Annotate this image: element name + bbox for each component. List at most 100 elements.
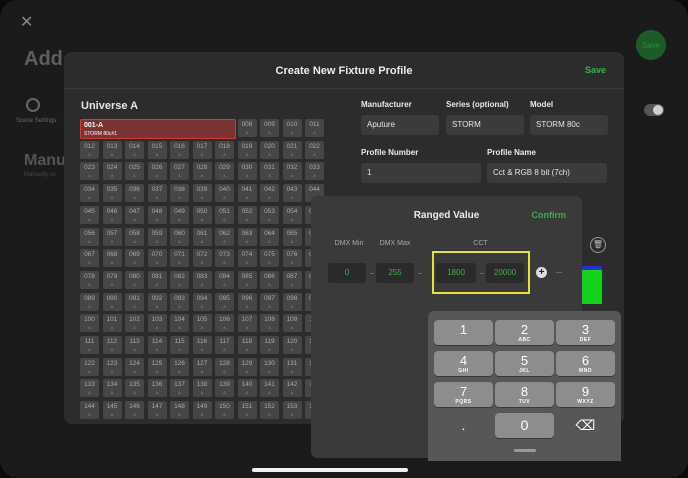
channel-cell[interactable]: 097 A xyxy=(260,292,279,311)
channel-cell[interactable]: 138 A xyxy=(192,379,212,398)
channel-cell[interactable]: 117 A xyxy=(215,336,234,354)
channel-cell[interactable]: 067 A xyxy=(80,249,99,268)
channel-cell[interactable]: 107 A xyxy=(237,314,257,333)
channel-cell[interactable]: 141 A xyxy=(260,379,279,398)
channel-cell[interactable]: 062 A xyxy=(215,227,234,246)
channel-cell[interactable]: 043 A xyxy=(282,184,302,203)
channel-cell[interactable]: 030 A xyxy=(237,162,257,181)
channel-cell[interactable]: 042 A xyxy=(260,184,279,203)
channel-cell[interactable]: 049 A xyxy=(170,205,189,224)
key-8[interactable]: 8 TUV xyxy=(495,382,554,407)
channel-cell[interactable]: 140 A xyxy=(237,379,257,398)
channel-cell[interactable]: 041 A xyxy=(237,184,257,203)
channel-cell[interactable]: 061 A xyxy=(192,227,212,246)
trash-icon[interactable]: 🗑 xyxy=(590,237,606,253)
channel-cell[interactable]: 024 A xyxy=(102,162,122,181)
channel-cell[interactable]: 120 A xyxy=(282,336,302,354)
channel-cell[interactable]: 057 A xyxy=(102,227,122,246)
channel-cell[interactable]: 098 A xyxy=(282,292,302,311)
channel-cell[interactable]: 085 A xyxy=(237,270,257,289)
channel-cell[interactable]: 013 A xyxy=(102,140,122,159)
channel-cell[interactable]: 039 A xyxy=(192,184,212,203)
channel-cell[interactable]: 029 A xyxy=(215,162,234,181)
series-field[interactable]: STORM xyxy=(446,115,524,135)
channel-cell[interactable]: 127 A xyxy=(192,357,212,376)
channel-cell[interactable]: 094 A xyxy=(192,292,212,311)
channel-cell[interactable]: 115 A xyxy=(170,336,189,354)
channel-cell[interactable]: 065 A xyxy=(282,227,302,246)
key-4[interactable]: 4 GHI xyxy=(434,351,493,376)
key-7[interactable]: 7 PQRS xyxy=(434,382,493,407)
channel-cell[interactable]: 146 A xyxy=(125,401,144,420)
channel-cell[interactable]: 147 A xyxy=(147,401,167,420)
key-3[interactable]: 3 DEF xyxy=(556,320,615,345)
channel-cell[interactable]: 084 A xyxy=(215,270,234,289)
channel-cell[interactable]: 122 A xyxy=(80,357,99,376)
channel-cell[interactable]: 114 A xyxy=(147,336,167,354)
channel-cell[interactable]: 108 A xyxy=(260,314,279,333)
channel-cell[interactable]: 145 A xyxy=(102,401,122,420)
channel-cell[interactable]: 113 A xyxy=(125,336,144,354)
channel-cell[interactable]: 126 A xyxy=(170,357,189,376)
channel-cell[interactable]: 011 A xyxy=(305,119,324,137)
channel-cell[interactable]: 119 A xyxy=(260,336,279,354)
channel-cell[interactable]: 022 A xyxy=(305,140,324,159)
channel-cell[interactable]: 103 A xyxy=(147,314,167,333)
channel-cell[interactable]: 149 A xyxy=(192,401,212,420)
key-5[interactable]: 5 JKL xyxy=(495,351,554,376)
channel-cell[interactable]: 101 A xyxy=(102,314,122,333)
channel-cell[interactable]: 047 A xyxy=(125,205,144,224)
confirm-button[interactable]: Confirm xyxy=(532,210,567,220)
channel-cell[interactable]: 037 A xyxy=(147,184,167,203)
channel-cell[interactable]: 109 A xyxy=(282,314,302,333)
channel-cell[interactable]: 089 A xyxy=(80,292,99,311)
channel-cell[interactable]: 046 A xyxy=(102,205,122,224)
fixture-block[interactable]: 001-A STORM 80c#1 xyxy=(80,119,236,139)
channel-cell[interactable]: 050 A xyxy=(192,205,212,224)
channel-cell[interactable]: 090 A xyxy=(102,292,122,311)
channel-cell[interactable]: 032 A xyxy=(282,162,302,181)
channel-cell[interactable]: 135 A xyxy=(125,379,144,398)
channel-cell[interactable]: 139 A xyxy=(215,379,234,398)
channel-cell[interactable]: 124 A xyxy=(125,357,144,376)
channel-cell[interactable]: 068 A xyxy=(102,249,122,268)
channel-cell[interactable]: 012 A xyxy=(80,140,99,159)
channel-cell[interactable]: 128 A xyxy=(215,357,234,376)
channel-cell[interactable]: 125 A xyxy=(147,357,167,376)
channel-cell[interactable]: 133 A xyxy=(80,379,99,398)
channel-cell[interactable]: 111 A xyxy=(80,336,99,354)
key-9[interactable]: 9 WXYZ xyxy=(556,382,615,407)
channel-cell[interactable]: 071 A xyxy=(170,249,189,268)
channel-cell[interactable]: 048 A xyxy=(147,205,167,224)
channel-cell[interactable]: 036 A xyxy=(125,184,144,203)
channel-cell[interactable]: 040 A xyxy=(215,184,234,203)
channel-cell[interactable]: 060 A xyxy=(170,227,189,246)
channel-cell[interactable]: 070 A xyxy=(147,249,167,268)
channel-cell[interactable]: 023 A xyxy=(80,162,99,181)
channel-cell[interactable]: 025 A xyxy=(125,162,144,181)
channel-cell[interactable]: 116 A xyxy=(192,336,212,354)
backspace-icon[interactable]: ⌫ xyxy=(556,413,615,438)
toggle-switch[interactable] xyxy=(644,104,664,116)
channel-cell[interactable]: 058 A xyxy=(125,227,144,246)
key-0[interactable]: 0 xyxy=(495,413,554,438)
channel-cell[interactable]: 064 A xyxy=(260,227,279,246)
channel-cell[interactable]: 038 A xyxy=(170,184,189,203)
channel-cell[interactable]: 031 A xyxy=(260,162,279,181)
channel-cell[interactable]: 035 A xyxy=(102,184,122,203)
channel-cell[interactable]: 123 A xyxy=(102,357,122,376)
channel-cell[interactable]: 118 A xyxy=(237,336,257,354)
channel-cell[interactable]: 026 A xyxy=(147,162,167,181)
channel-cell[interactable]: 151 A xyxy=(237,401,257,420)
channel-cell[interactable]: 081 A xyxy=(147,270,167,289)
channel-cell[interactable]: 105 A xyxy=(192,314,212,333)
channel-cell[interactable]: 148 A xyxy=(170,401,189,420)
profile-name-field[interactable]: Cct & RGB 8 bit (7ch) xyxy=(487,163,607,183)
key-1[interactable]: 1 xyxy=(434,320,493,345)
channel-cell[interactable]: 020 A xyxy=(260,140,279,159)
key-2[interactable]: 2 ABC xyxy=(495,320,554,345)
channel-cell[interactable]: 008 A xyxy=(237,119,257,137)
channel-cell[interactable]: 137 A xyxy=(170,379,189,398)
channel-cell[interactable]: 134 A xyxy=(102,379,122,398)
dmx-min-input[interactable]: 0 xyxy=(328,263,366,283)
